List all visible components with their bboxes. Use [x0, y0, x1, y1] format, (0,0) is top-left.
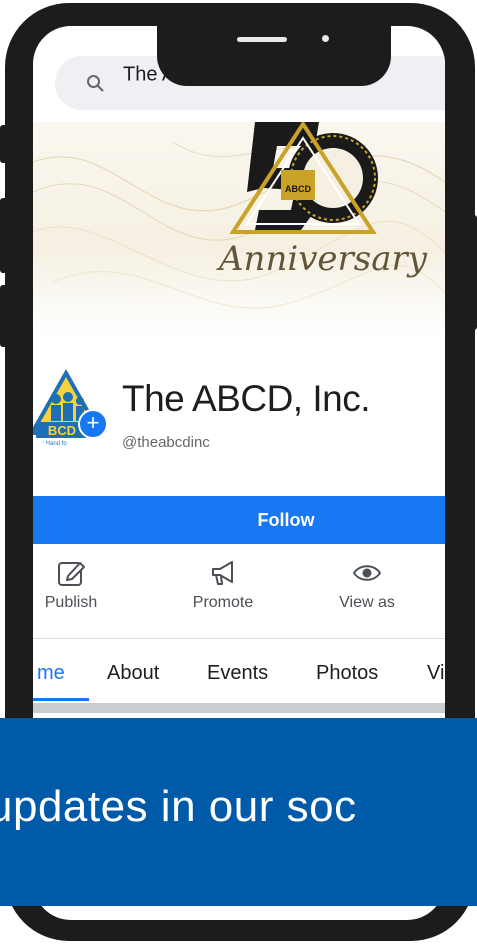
promo-banner: updates in our soc [0, 718, 477, 906]
publish-label: Publish [44, 594, 98, 611]
eye-icon [352, 565, 382, 581]
cover-script-text: Anniversary [216, 239, 428, 279]
follow-button[interactable]: Follow [33, 496, 445, 544]
page-title: The ABCD, Inc. [122, 378, 371, 419]
megaphone-icon [212, 561, 233, 585]
phone-notch [157, 26, 391, 86]
tab-videos[interactable]: Vi [427, 662, 444, 685]
banner-text: updates in our soc [0, 782, 357, 831]
edit-icon [58, 562, 85, 586]
page-handle: @theabcdinc [122, 434, 210, 451]
search-icon [87, 75, 104, 92]
active-tab-indicator [33, 698, 89, 701]
tab-photos[interactable]: Photos [316, 662, 378, 685]
cover-photo[interactable]: ABCD Anniversary [33, 122, 445, 336]
cover-artwork: ABCD Anniversary [33, 122, 445, 309]
divider [33, 638, 445, 639]
tab-events[interactable]: Events [207, 662, 268, 685]
promote-label: Promote [192, 594, 254, 611]
tab-home[interactable]: me [37, 662, 65, 685]
front-camera [322, 35, 329, 42]
tab-about[interactable]: About [107, 662, 159, 685]
publish-button[interactable]: Publish [33, 558, 121, 612]
avatar-tagline: ng Hand fo [37, 441, 67, 447]
tabs-separator [33, 703, 445, 713]
promote-button[interactable]: Promote [173, 558, 273, 612]
view-as-label: View as [339, 594, 395, 611]
view-as-button[interactable]: View as [317, 558, 417, 612]
avatar-badge-text: BCD [48, 423, 76, 438]
cover-logo-badge: ABCD [285, 184, 311, 194]
add-photo-icon[interactable]: + [78, 409, 108, 439]
speaker-grille [237, 37, 287, 42]
